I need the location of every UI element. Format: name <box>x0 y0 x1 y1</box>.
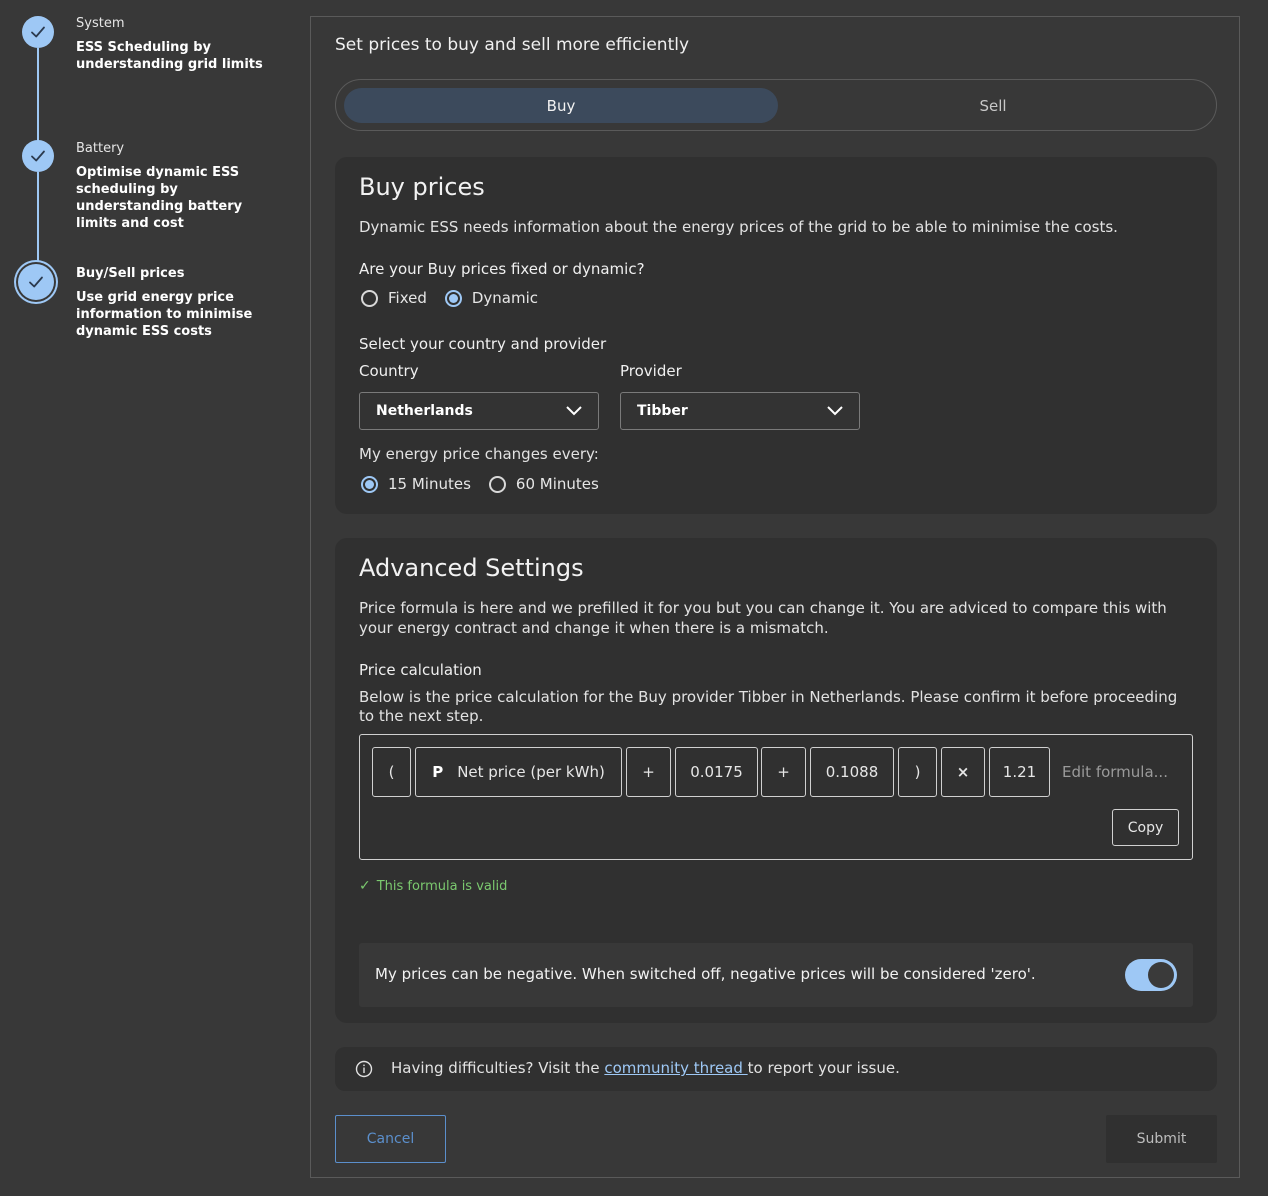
formula-edit-input[interactable]: Edit formula... <box>1062 763 1168 781</box>
stepper-connector <box>37 172 39 264</box>
advanced-heading: Advanced Settings <box>359 554 584 582</box>
radio-fixed[interactable]: Fixed <box>361 289 427 307</box>
formula-token-open-paren[interactable]: ( <box>372 747 411 797</box>
buy-sell-toggle: Buy Sell <box>335 79 1217 131</box>
toggle-knob <box>1148 962 1174 988</box>
buy-prices-card: Buy prices Dynamic ESS needs information… <box>335 157 1217 514</box>
formula-token-value[interactable]: 0.1088 <box>810 747 894 797</box>
price-calc-heading: Price calculation <box>359 661 482 679</box>
formula-token-value[interactable]: 0.0175 <box>675 747 758 797</box>
help-text: Having difficulties? Visit the community… <box>391 1059 900 1077</box>
chevron-down-icon <box>827 406 843 416</box>
buy-prices-heading: Buy prices <box>359 173 485 201</box>
radio-60-circle[interactable] <box>488 475 506 493</box>
formula-token-net-price[interactable]: P Net price (per kWh) <box>415 747 622 797</box>
interval-question: My energy price changes every: <box>359 445 599 463</box>
step-prices-check-icon[interactable] <box>18 264 54 300</box>
provider-heading: Select your country and provider <box>359 335 607 353</box>
step-battery-check-icon[interactable] <box>22 140 54 172</box>
help-banner: Having difficulties? Visit the community… <box>335 1047 1217 1091</box>
step-prices[interactable]: Buy/Sell prices Use grid energy price in… <box>76 266 281 340</box>
negative-prices-row: My prices can be negative. When switched… <box>359 943 1193 1007</box>
advanced-intro: Price formula is here and we prefilled i… <box>359 599 1167 637</box>
formula-net-price-label: Net price (per kWh) <box>457 763 605 781</box>
info-icon <box>355 1060 373 1078</box>
country-select-value: Netherlands <box>376 403 473 419</box>
step-prices-desc: Use grid energy price information to min… <box>76 290 253 339</box>
radio-15-minutes[interactable]: 15 Minutes <box>361 475 471 493</box>
price-calc-desc: Below is the price calculation for the B… <box>359 688 1178 725</box>
chevron-down-icon <box>566 406 582 416</box>
help-text-after: to report your issue. <box>747 1059 900 1077</box>
tab-sell[interactable]: Sell <box>776 88 1210 123</box>
price-type-radio-group: Fixed Dynamic <box>361 289 556 307</box>
formula-valid-text: This formula is valid <box>376 879 508 894</box>
fixed-dynamic-question: Are your Buy prices fixed or dynamic? <box>359 260 645 278</box>
radio-dynamic[interactable]: Dynamic <box>444 289 539 307</box>
formula-valid-message: ✓ This formula is valid <box>359 878 507 894</box>
radio-60-minutes[interactable]: 60 Minutes <box>488 475 599 493</box>
formula-token-plus[interactable]: + <box>761 747 806 797</box>
radio-fixed-circle[interactable] <box>361 289 378 307</box>
radio-60-label: 60 Minutes <box>515 475 599 493</box>
formula-variable-badge: P <box>432 763 444 781</box>
formula-token-plus[interactable]: + <box>626 747 671 797</box>
help-text-before: Having difficulties? Visit the <box>391 1059 605 1077</box>
provider-select-value: Tibber <box>637 403 688 419</box>
check-icon: ✓ <box>359 878 371 894</box>
buy-prices-intro: Dynamic ESS needs information about the … <box>359 218 1118 236</box>
step-battery-title: Battery <box>76 141 125 156</box>
advanced-settings-card: Advanced Settings Price formula is here … <box>335 538 1217 1023</box>
step-battery-desc: Optimise dynamic ESS scheduling by under… <box>76 165 243 231</box>
provider-label: Provider <box>620 362 682 380</box>
stepper: System ESS Scheduling by understanding g… <box>0 0 300 400</box>
step-system-title: System <box>76 16 125 31</box>
provider-select[interactable]: Tibber <box>620 392 860 430</box>
step-prices-title: Buy/Sell prices <box>76 266 185 281</box>
formula-token-value[interactable]: 1.21 <box>989 747 1050 797</box>
radio-dynamic-label: Dynamic <box>471 289 539 307</box>
tab-buy[interactable]: Buy <box>344 88 778 123</box>
formula-token-close-paren[interactable]: ) <box>898 747 937 797</box>
main-panel: Set prices to buy and sell more efficien… <box>310 16 1240 1178</box>
radio-fixed-label: Fixed <box>388 289 427 307</box>
submit-button[interactable]: Submit <box>1106 1115 1217 1163</box>
page-title: Set prices to buy and sell more efficien… <box>335 35 690 55</box>
radio-dynamic-circle[interactable] <box>444 289 462 307</box>
formula-editor[interactable]: ( P Net price (per kWh) + 0.0175 + 0.108… <box>359 734 1193 860</box>
radio-15-label: 15 Minutes <box>388 475 471 493</box>
negative-prices-toggle[interactable] <box>1125 959 1177 991</box>
radio-15-circle[interactable] <box>361 475 378 493</box>
country-select[interactable]: Netherlands <box>359 392 599 430</box>
step-system-check-icon[interactable] <box>22 16 54 48</box>
step-battery[interactable]: Battery Optimise dynamic ESS scheduling … <box>76 141 281 232</box>
stepper-connector <box>37 48 39 144</box>
step-system-desc: ESS Scheduling by understanding grid lim… <box>76 40 263 72</box>
interval-radio-group: 15 Minutes 60 Minutes <box>361 475 617 493</box>
negative-prices-label: My prices can be negative. When switched… <box>375 965 1036 983</box>
step-system[interactable]: System ESS Scheduling by understanding g… <box>76 16 281 73</box>
cancel-button[interactable]: Cancel <box>335 1115 446 1163</box>
formula-token-multiply[interactable]: × <box>941 747 985 797</box>
community-thread-link[interactable]: community thread <box>604 1059 747 1077</box>
country-label: Country <box>359 362 419 380</box>
copy-formula-button[interactable]: Copy <box>1112 809 1179 846</box>
